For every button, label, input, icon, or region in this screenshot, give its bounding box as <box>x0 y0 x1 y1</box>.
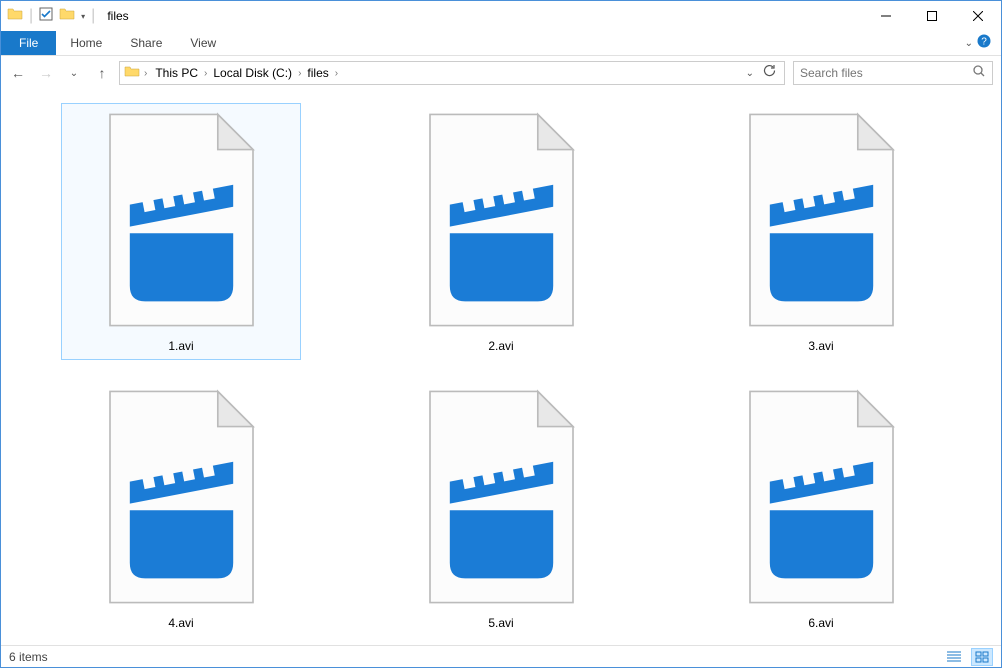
nav-buttons: ← → ⌄ ↑ <box>9 65 111 81</box>
file-grid: 1.avi 2.avi 3.avi 4.avi 5.avi 6.avi <box>31 103 971 637</box>
ribbon-tabs: File Home Share View ⌄ ? <box>1 31 1001 56</box>
refresh-icon[interactable] <box>762 64 776 83</box>
breadcrumb-part[interactable]: files <box>303 66 332 80</box>
video-file-icon <box>739 387 904 607</box>
ribbon-spacer <box>230 31 971 55</box>
breadcrumb: This PC › Local Disk (C:) › files › <box>151 66 741 80</box>
video-file-icon <box>419 387 584 607</box>
file-item[interactable]: 3.avi <box>701 103 941 360</box>
titlebar: | ▾ | files <box>1 1 1001 31</box>
back-button[interactable]: ← <box>9 65 27 81</box>
search-icon[interactable] <box>972 64 986 83</box>
tab-share[interactable]: Share <box>116 31 176 55</box>
file-item[interactable]: 1.avi <box>61 103 301 360</box>
file-area[interactable]: 1.avi 2.avi 3.avi 4.avi 5.avi 6.avi <box>1 93 1001 645</box>
window-controls <box>863 1 1001 31</box>
ribbon-help[interactable]: ⌄ ? <box>971 31 1001 55</box>
video-file-icon <box>739 110 904 330</box>
help-icon[interactable]: ? <box>977 34 991 53</box>
file-label: 4.avi <box>68 616 294 630</box>
file-item[interactable]: 2.avi <box>381 103 621 360</box>
svg-text:?: ? <box>981 36 987 47</box>
file-label: 6.avi <box>708 616 934 630</box>
chevron-right-icon[interactable]: › <box>335 68 338 79</box>
tab-file[interactable]: File <box>1 31 56 55</box>
address-right: ⌄ <box>746 64 780 83</box>
chevron-right-icon[interactable]: › <box>298 68 301 79</box>
chevron-right-icon[interactable]: › <box>144 68 147 79</box>
address-bar[interactable]: › This PC › Local Disk (C:) › files › ⌄ <box>119 61 785 85</box>
maximize-button[interactable] <box>909 1 955 31</box>
view-icons-button[interactable] <box>971 648 993 666</box>
breadcrumb-part[interactable]: This PC <box>151 66 202 80</box>
forward-button[interactable]: → <box>37 65 55 81</box>
qa-dropdown-icon[interactable]: ▾ <box>81 12 85 21</box>
video-file-icon <box>99 387 264 607</box>
video-file-icon <box>419 110 584 330</box>
checkbox-icon[interactable] <box>39 7 53 26</box>
file-label: 1.avi <box>68 339 294 353</box>
status-right <box>943 648 993 666</box>
titlebar-left: | ▾ | files <box>1 6 129 27</box>
close-button[interactable] <box>955 1 1001 31</box>
file-label: 3.avi <box>708 339 934 353</box>
recent-dropdown-icon[interactable]: ⌄ <box>65 68 83 79</box>
breadcrumb-part[interactable]: Local Disk (C:) <box>209 66 296 80</box>
folder-icon <box>124 63 140 84</box>
search-bar[interactable] <box>793 61 993 85</box>
folder-icon-small[interactable] <box>59 6 75 27</box>
file-item[interactable]: 4.avi <box>61 380 301 637</box>
divider: | <box>29 7 33 25</box>
tab-view[interactable]: View <box>176 31 230 55</box>
divider: | <box>91 7 95 25</box>
status-count: 6 items <box>9 650 48 664</box>
folder-icon <box>7 6 23 27</box>
window-title: files <box>107 9 128 23</box>
file-label: 2.avi <box>388 339 614 353</box>
nav-row: ← → ⌄ ↑ › This PC › Local Disk (C:) › fi… <box>1 56 1001 90</box>
dropdown-icon[interactable]: ⌄ <box>746 68 754 79</box>
chevron-right-icon[interactable]: › <box>204 68 207 79</box>
view-details-button[interactable] <box>943 648 965 666</box>
video-file-icon <box>99 110 264 330</box>
tab-home[interactable]: Home <box>56 31 116 55</box>
file-item[interactable]: 5.avi <box>381 380 621 637</box>
search-input[interactable] <box>800 66 960 80</box>
minimize-button[interactable] <box>863 1 909 31</box>
up-button[interactable]: ↑ <box>93 65 111 81</box>
file-item[interactable]: 6.avi <box>701 380 941 637</box>
file-label: 5.avi <box>388 616 614 630</box>
chevron-down-icon[interactable]: ⌄ <box>965 38 973 49</box>
status-bar: 6 items <box>1 645 1001 667</box>
